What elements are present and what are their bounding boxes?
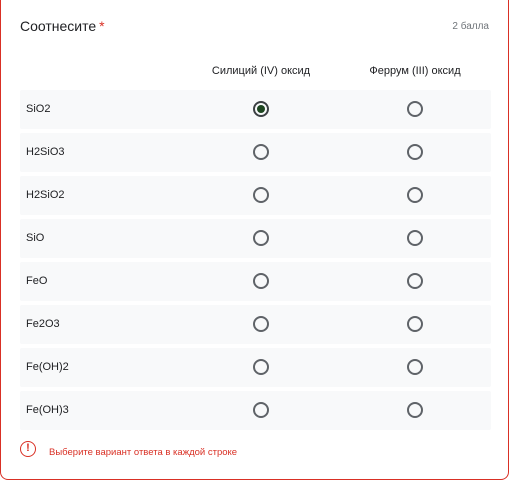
radio-iron-oxide[interactable] bbox=[407, 273, 423, 289]
radio-silicon-oxide[interactable] bbox=[253, 101, 269, 117]
required-marker: * bbox=[99, 18, 105, 34]
radio-silicon-oxide[interactable] bbox=[253, 144, 269, 160]
question-card: Соотнесите * 2 балла Силиций (IV) оксид Ф… bbox=[0, 0, 509, 480]
radio-silicon-oxide[interactable] bbox=[253, 402, 269, 418]
radio-silicon-oxide[interactable] bbox=[253, 316, 269, 332]
question-title-text: Соотнесите bbox=[20, 18, 97, 34]
grid-row: Fe(OH)3 bbox=[20, 391, 491, 430]
grid-row: H2SiO3 bbox=[20, 133, 491, 172]
grid-row: SiO2 bbox=[20, 90, 491, 129]
row-label: H2SiO3 bbox=[26, 146, 65, 158]
radio-iron-oxide[interactable] bbox=[407, 187, 423, 203]
radio-iron-oxide[interactable] bbox=[407, 402, 423, 418]
question-title: Соотнесите * bbox=[20, 18, 105, 34]
radio-iron-oxide[interactable] bbox=[407, 101, 423, 117]
radio-silicon-oxide[interactable] bbox=[253, 359, 269, 375]
row-label: Fe(OH)2 bbox=[26, 361, 69, 373]
error-message: Выберите вариант ответа в каждой строке bbox=[49, 447, 238, 458]
grid-row: H2SiO2 bbox=[20, 176, 491, 215]
row-label: H2SiO2 bbox=[26, 189, 65, 201]
column-header-silicon-oxide: Силиций (IV) оксид bbox=[211, 65, 311, 77]
radio-silicon-oxide[interactable] bbox=[253, 273, 269, 289]
grid-row: Fe2O3 bbox=[20, 305, 491, 344]
radio-silicon-oxide[interactable] bbox=[253, 230, 269, 246]
grid-row: FeO bbox=[20, 262, 491, 301]
points-label: 2 балла bbox=[452, 21, 489, 32]
column-header-iron-oxide: Феррум (III) оксид bbox=[369, 65, 461, 77]
row-label: SiO bbox=[26, 232, 45, 244]
radio-iron-oxide[interactable] bbox=[407, 144, 423, 160]
radio-iron-oxide[interactable] bbox=[407, 230, 423, 246]
grid-row: Fe(OH)2 bbox=[20, 348, 491, 387]
row-label: FeO bbox=[26, 275, 48, 287]
row-label: Fe(OH)3 bbox=[26, 404, 69, 416]
row-label: SiO2 bbox=[26, 103, 51, 115]
error-icon: ! bbox=[20, 441, 36, 457]
radio-iron-oxide[interactable] bbox=[407, 316, 423, 332]
row-label: Fe2O3 bbox=[26, 318, 60, 330]
grid-row: SiO bbox=[20, 219, 491, 258]
radio-iron-oxide[interactable] bbox=[407, 359, 423, 375]
radio-silicon-oxide[interactable] bbox=[253, 187, 269, 203]
